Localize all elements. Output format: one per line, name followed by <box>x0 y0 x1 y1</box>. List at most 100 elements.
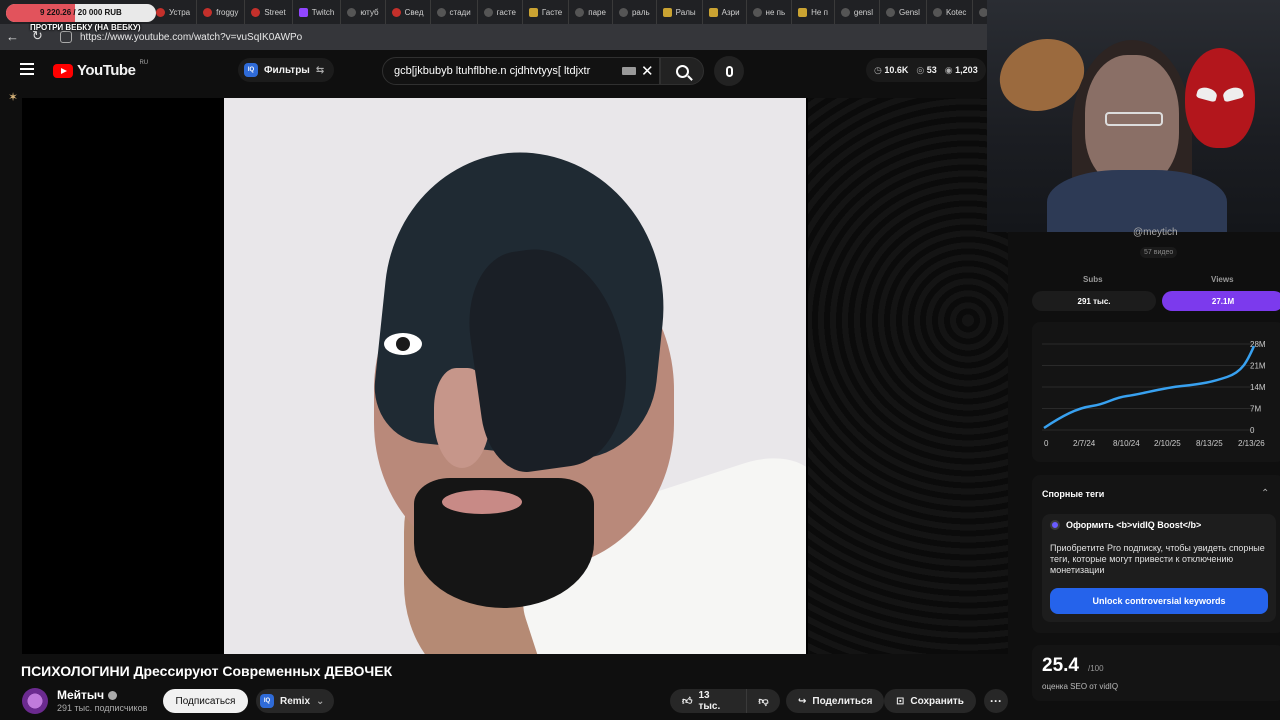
browser-tab[interactable]: не пь <box>747 0 793 24</box>
search-icon <box>675 64 689 78</box>
browser-tab[interactable]: Не п <box>792 0 835 24</box>
like-button[interactable]: 👍︎ 13 тыс. <box>670 689 746 713</box>
chart-x-tick: 2/13/26 <box>1238 439 1265 448</box>
yandex-icon <box>840 7 850 17</box>
microphone-icon <box>725 65 733 77</box>
browser-tab[interactable]: раль <box>613 0 657 24</box>
stream-overlay-note: ПРОТРИ ВЕБКУ (НА ВЕБКУ) <box>30 23 141 32</box>
verified-icon <box>108 690 118 700</box>
browser-tab-label: gensl <box>853 7 874 17</box>
browser-tab[interactable]: Устра <box>150 0 198 24</box>
yandex-icon <box>575 7 585 17</box>
browser-tab[interactable]: паре <box>569 0 613 24</box>
browser-tab-label: Гасте <box>541 7 563 17</box>
hamburger-menu-icon[interactable] <box>20 63 34 75</box>
seo-score-max: /100 <box>1088 664 1104 673</box>
views-tab[interactable]: 27.1M <box>1162 291 1280 311</box>
browser-tab[interactable]: гасте <box>478 0 523 24</box>
channel-name-row[interactable]: Мейтыч <box>57 688 118 702</box>
browser-tab[interactable]: Гасте <box>523 0 570 24</box>
browser-tab-label: Свед <box>404 7 424 17</box>
url-field[interactable]: https://www.youtube.com/watch?v=vuSqIK0A… <box>80 32 302 43</box>
folder-icon <box>528 7 538 17</box>
chart-x-tick: 8/13/25 <box>1196 439 1223 448</box>
search-input[interactable]: gcb[jkbubyb ltuhflbhe.n cjdhtvtyys[ ltdj… <box>382 57 660 85</box>
subscribe-button[interactable]: Подписаться <box>163 689 248 713</box>
browser-tab[interactable]: Свед <box>386 0 431 24</box>
browser-tab-label: Не п <box>811 7 828 17</box>
vidiq-icon: IQ <box>244 63 258 77</box>
browser-tab[interactable]: Twitch <box>293 0 342 24</box>
chart-x-tick: 8/10/24 <box>1113 439 1140 448</box>
video-player[interactable] <box>22 98 1008 654</box>
search-button[interactable] <box>660 57 704 85</box>
site-info-icon[interactable] <box>60 31 72 43</box>
unlock-keywords-button[interactable]: Unlock controversial keywords <box>1050 588 1268 614</box>
clear-search-icon[interactable]: ✕ <box>641 62 654 80</box>
chevron-down-icon: ⌄ <box>316 695 325 707</box>
yandex-icon <box>752 7 762 17</box>
browser-tab[interactable]: Kotec <box>927 0 974 24</box>
folder-icon <box>708 7 718 17</box>
browser-tab[interactable]: froggy <box>197 0 246 24</box>
youtube-logo[interactable]: YouTube RU <box>53 60 149 79</box>
video-title: ПСИХОЛОГИНИ Дрессируют Современных ДЕВОЧ… <box>21 663 393 679</box>
chevron-up-icon[interactable]: ⌃ <box>1261 488 1269 499</box>
screen: Устра froggy Street Twitch ютуб Свед стади гаст… <box>0 0 1280 720</box>
browser-tab[interactable]: Street <box>245 0 293 24</box>
vidiq-boost-icon <box>1050 520 1060 530</box>
twitch-icon <box>298 7 308 17</box>
channel-avatar[interactable] <box>22 688 48 714</box>
youtube-icon <box>156 7 165 17</box>
share-button[interactable]: ↪ Поделиться <box>786 689 885 713</box>
yandex-icon <box>886 7 896 17</box>
donation-progress-bar: 9 220.26 / 20 000 RUB <box>6 4 156 22</box>
chart-y-tick: 0 <box>1250 426 1255 435</box>
folder-icon <box>798 7 808 17</box>
vidiq-filters-button[interactable]: IQ Фильтры ⇆ <box>238 58 335 82</box>
views-label: Views <box>1211 275 1234 284</box>
webcam-overlay <box>987 0 1280 232</box>
subs-tab[interactable]: 291 тыс. <box>1032 291 1156 311</box>
back-icon[interactable]: ← <box>6 29 19 44</box>
more-actions-icon[interactable]: ··· <box>984 689 1008 713</box>
views-chart-card: 28M 21M 14M 7M 0 0 2/7/24 8/10/24 2/10/25 8/13/2… <box>1032 322 1280 462</box>
boost-title: Оформить <b>vidIQ Boost</b> <box>1066 520 1202 530</box>
browser-tab-label: Устра <box>169 7 191 17</box>
voice-search-button[interactable] <box>714 56 744 86</box>
chart-x-tick: 2/10/25 <box>1154 439 1181 448</box>
controversial-tags-title: Спорные теги <box>1042 489 1105 499</box>
keyboard-icon[interactable] <box>622 67 636 75</box>
chart-x-tick: 2/7/24 <box>1073 439 1096 448</box>
donation-progress-text: 9 220.26 / 20 000 RUB <box>40 8 122 17</box>
yandex-icon <box>483 7 493 17</box>
search-input-value: gcb[jkbubyb ltuhflbhe.n cjdhtvtyys[ ltdj… <box>394 65 591 77</box>
browser-tab-label: Gensl <box>899 7 920 17</box>
video-frame <box>224 98 806 654</box>
views-stat: 10.6K <box>884 64 909 75</box>
likes-stat: 53 <box>926 64 937 75</box>
browser-tab[interactable]: Ралы <box>657 0 703 24</box>
save-button[interactable]: ⊡ Сохранить <box>884 689 976 713</box>
thumbs-up-icon: 👍︎ <box>682 696 693 707</box>
dislike-button[interactable]: 👎︎ <box>746 689 780 713</box>
browser-tab[interactable]: gensl <box>835 0 881 24</box>
browser-tab-label: Азри <box>721 7 740 17</box>
remix-button[interactable]: IQ Remix ⌄ <box>256 689 335 713</box>
browser-tab-label: ютуб <box>360 7 379 17</box>
browser-tab-label: раль <box>631 7 650 17</box>
boost-header: Оформить <b>vidIQ Boost</b> <box>1050 520 1201 530</box>
browser-tab[interactable]: Gensl <box>880 0 927 24</box>
region-code: RU <box>139 60 149 66</box>
browser-tab-label: Kotec <box>945 7 967 17</box>
frame-eye-left <box>384 333 422 355</box>
yandex-icon <box>347 7 357 17</box>
like-count: 13 тыс. <box>698 690 721 712</box>
share-label: Поделиться <box>812 695 873 707</box>
browser-tab[interactable]: стади <box>431 0 478 24</box>
browser-tab[interactable]: Азри <box>703 0 747 24</box>
browser-tab[interactable]: ютуб <box>341 0 386 24</box>
like-stat-icon: ◎ <box>916 64 925 75</box>
remix-label: Remix <box>280 695 311 707</box>
views-chart: 28M21M14M7M0 0 2/7/24 8/10/24 2/10/25 8/13/2… <box>1042 340 1266 448</box>
